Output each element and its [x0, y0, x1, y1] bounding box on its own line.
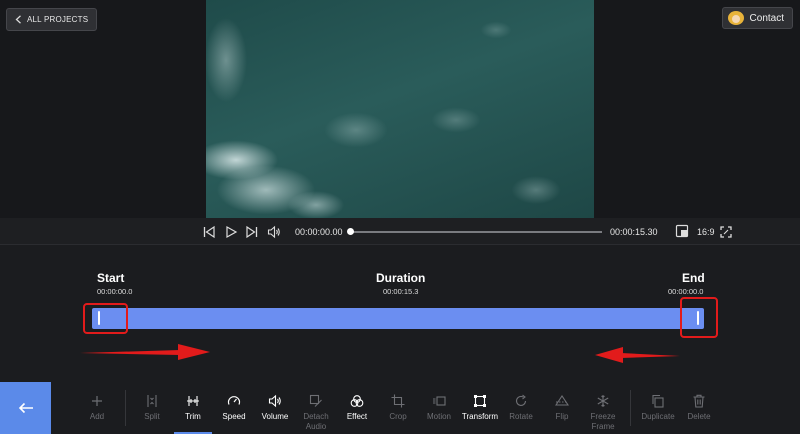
tool-speed[interactable]: Speed [212, 382, 256, 434]
end-label: End [682, 271, 705, 285]
trim-panel: Start 00:00:00.0 Duration 00:00:15.3 End… [0, 246, 800, 380]
tool-freeze-frame[interactable]: Freeze Frame [581, 382, 625, 434]
contact-button[interactable]: Contact [721, 7, 793, 29]
arrow-left-icon [595, 347, 680, 363]
edit-toolbar: Add Split Trim Speed Volume Detach Audio… [0, 382, 800, 434]
start-time: 00:00:00.0 [97, 287, 133, 296]
tool-delete[interactable]: Delete [677, 382, 721, 434]
tool-label: Duplicate [641, 412, 675, 421]
tool-flip[interactable]: Flip [540, 382, 584, 434]
seek-knob[interactable] [347, 228, 354, 235]
crop-icon [391, 394, 405, 408]
aspect-ratio-label[interactable]: 16:9 [697, 227, 715, 237]
all-projects-button[interactable]: ALL PROJECTS [6, 8, 98, 31]
tool-label: Effect [346, 412, 368, 421]
tool-label: Volume [261, 412, 289, 421]
tool-label: Speed [222, 412, 246, 421]
video-preview [206, 0, 594, 218]
detach-audio-icon [309, 394, 322, 407]
aspect-ratio-icon[interactable] [675, 224, 689, 238]
arrow-right-icon [80, 344, 210, 360]
tool-label: Crop [389, 412, 407, 421]
effect-icon [350, 395, 364, 407]
tool-motion[interactable]: Motion [417, 382, 461, 434]
tool-label: Trim [185, 412, 201, 421]
video-editor: ALL PROJECTS Contact 00:00:00.00 00:00:1… [0, 0, 800, 434]
start-handle-highlight [83, 303, 128, 334]
start-label: Start [97, 271, 125, 285]
tool-effect[interactable]: Effect [335, 382, 379, 434]
split-icon [147, 395, 157, 407]
speed-icon [227, 396, 241, 405]
arrow-back-icon [18, 402, 33, 414]
current-time: 00:00:00.00 [295, 227, 343, 237]
tool-label: Freeze Frame [590, 412, 616, 431]
end-time: 00:00:00.0 [668, 287, 704, 296]
skip-forward-icon[interactable] [245, 225, 259, 239]
delete-icon [693, 394, 705, 408]
volume-icon[interactable] [267, 225, 281, 239]
trim-track[interactable] [92, 308, 704, 329]
tool-crop[interactable]: Crop [376, 382, 420, 434]
tool-detach-audio[interactable]: Detach Audio [294, 382, 338, 434]
seek-bar[interactable] [347, 228, 602, 235]
tool-label: Rotate [509, 412, 533, 421]
duration-time: 00:00:15.3 [383, 287, 419, 296]
tool-duplicate[interactable]: Duplicate [636, 382, 680, 434]
divider [125, 390, 126, 426]
divider [630, 390, 631, 426]
fullscreen-icon[interactable] [719, 225, 733, 239]
tool-label: Flip [555, 412, 569, 421]
end-handle-highlight [680, 297, 718, 338]
back-button[interactable] [0, 382, 51, 434]
tool-rotate[interactable]: Rotate [499, 382, 543, 434]
flip-icon [555, 395, 569, 406]
trim-icon [187, 396, 199, 406]
tool-label: Delete [687, 412, 711, 421]
plus-icon [92, 396, 102, 406]
avatar [727, 11, 744, 25]
tool-label: Transform [461, 412, 499, 421]
tool-label: Add [89, 412, 105, 421]
all-projects-label: ALL PROJECTS [27, 15, 89, 24]
skip-back-icon[interactable] [202, 225, 216, 239]
play-icon[interactable] [224, 225, 238, 239]
tool-label: Detach Audio [303, 412, 329, 431]
tool-split[interactable]: Split [130, 382, 174, 434]
tool-add[interactable]: Add [75, 382, 119, 434]
freeze-frame-icon [597, 395, 609, 407]
volume-icon [268, 394, 281, 408]
duplicate-icon [652, 394, 664, 408]
contact-label: Contact [749, 12, 784, 24]
rotate-icon [515, 394, 527, 406]
transform-icon [474, 395, 486, 407]
duration-label: Duration [376, 271, 426, 285]
chevron-left-icon [15, 15, 21, 24]
motion-icon [433, 396, 446, 406]
preview-area: ALL PROJECTS Contact [0, 0, 800, 218]
total-time: 00:00:15.30 [610, 227, 658, 237]
player-controls: 00:00:00.00 00:00:15.30 16:9 [0, 218, 800, 245]
tool-transform[interactable]: Transform [458, 382, 502, 434]
tool-trim[interactable]: Trim [171, 382, 215, 434]
tool-label: Split [144, 412, 160, 421]
tool-volume[interactable]: Volume [253, 382, 297, 434]
tool-label: Motion [426, 412, 451, 421]
